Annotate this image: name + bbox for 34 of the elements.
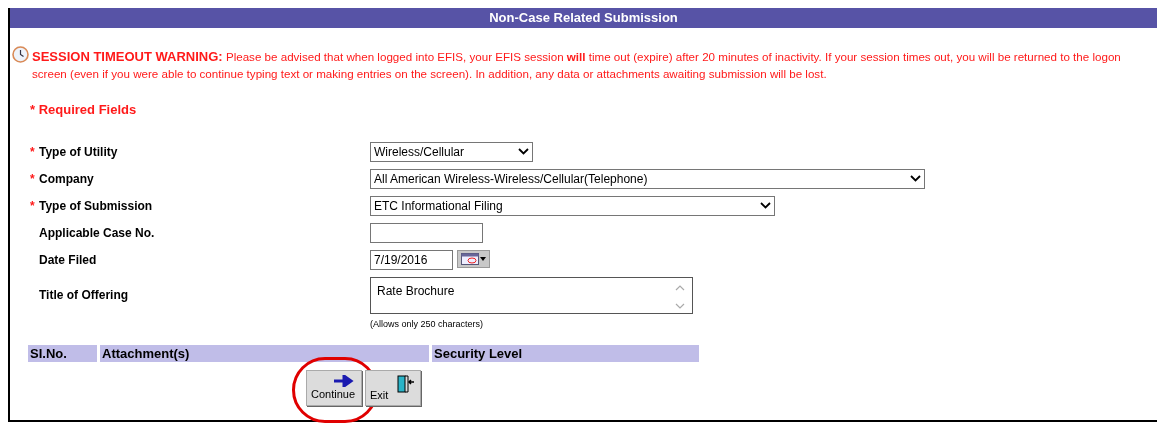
field-label: Company	[39, 170, 94, 188]
page-title: Non-Case Related Submission	[10, 8, 1157, 28]
calendar-button[interactable]	[457, 249, 490, 268]
required-asterisk: *	[30, 197, 36, 215]
clock-icon	[12, 46, 29, 63]
field-label: Type of Utility	[39, 143, 118, 161]
column-header: Security Level	[432, 345, 699, 362]
continue-button[interactable]: Continue	[306, 370, 362, 406]
field-label: Type of Submission	[39, 197, 153, 215]
field-label: Applicable Case No.	[39, 224, 155, 242]
chevron-down-icon	[760, 202, 771, 209]
dropdown[interactable]: All American Wireless-Wireless/Cellular(Telephone)	[370, 168, 925, 189]
required-asterisk: *	[30, 170, 36, 188]
chevron-down-icon	[518, 148, 529, 155]
field-label: Title of Offering	[39, 287, 129, 304]
text-area[interactable]: Rate Brochure	[370, 276, 693, 314]
required-fields-note: Required Fields	[38, 102, 137, 117]
column-header: Attachment(s)	[100, 345, 429, 362]
arrow-right-icon	[334, 375, 354, 387]
required-asterisk: *	[30, 102, 36, 117]
timeout-warning: SESSION TIMEOUT WARNING: Please be advised that when logged into EFIS, your EFIS session will time out (expire) after 20 minutes of inactivity. If your session times out, you will be returned to the logon screen (even if you were able to continue typing text or making entries on the screen). In addition, any data or attachments awaiting submission will be lost.	[32, 48, 1122, 82]
dropdown[interactable]: Wireless/Cellular	[370, 141, 533, 162]
exit-button[interactable]: Exit	[365, 370, 421, 406]
field-label: Date Filed	[39, 251, 97, 269]
calendar-icon	[461, 252, 479, 265]
date-field[interactable]: 7/19/2016	[370, 249, 453, 270]
required-asterisk: *	[30, 143, 36, 161]
input-field[interactable]	[370, 222, 483, 243]
column-header: SI.No.	[28, 345, 97, 362]
chevron-down-icon	[910, 175, 921, 182]
door-exit-icon	[396, 374, 414, 394]
caret-icon	[480, 256, 486, 261]
dropdown[interactable]: ETC Informational Filing	[370, 195, 775, 216]
character-limit-note: (Allows only 250 characters)	[370, 317, 485, 331]
